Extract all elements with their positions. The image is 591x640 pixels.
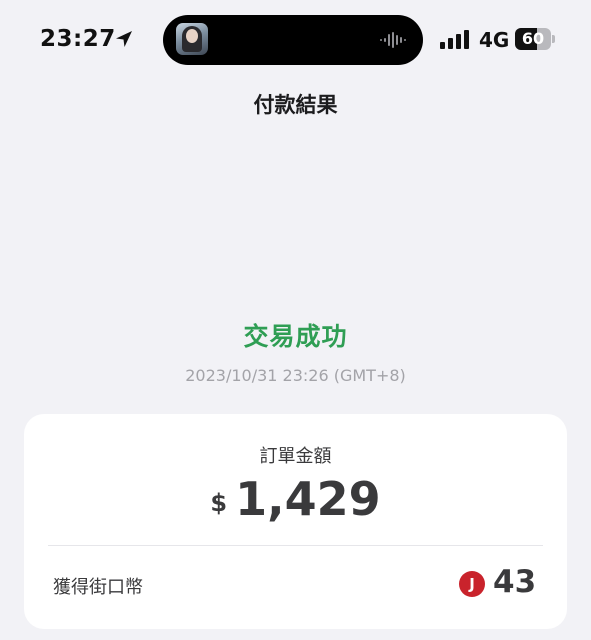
audio-waveform-icon xyxy=(380,32,406,48)
transaction-status: 交易成功 xyxy=(243,322,348,351)
cellular-signal-icon xyxy=(440,30,469,49)
payment-summary-card: 訂單金額 $1,429 獲得街口幣 J 43 xyxy=(24,414,567,629)
battery-indicator: 60 xyxy=(515,28,555,50)
order-amount-value: 1,429 xyxy=(235,472,381,526)
currency-symbol: $ xyxy=(210,489,228,517)
jko-coin-icon: J xyxy=(459,571,485,597)
coins-earned-label: 獲得街口幣 xyxy=(53,577,143,598)
now-playing-avatar xyxy=(176,23,208,55)
order-amount-label: 訂單金額 xyxy=(259,446,332,467)
dynamic-island[interactable] xyxy=(163,15,423,65)
location-arrow-icon xyxy=(116,31,132,47)
status-time: 23:27 xyxy=(40,26,116,52)
page-title: 付款結果 xyxy=(253,93,338,117)
battery-percent: 60 xyxy=(521,29,545,48)
network-type: 4G xyxy=(479,28,510,52)
status-bar: 23:27 4G 60 xyxy=(0,0,591,80)
coins-earned-value: 43 xyxy=(493,564,537,600)
order-amount-row: $1,429 xyxy=(24,472,567,526)
card-divider xyxy=(48,545,543,546)
transaction-timestamp: 2023/10/31 23:26 (GMT+8) xyxy=(185,366,406,385)
